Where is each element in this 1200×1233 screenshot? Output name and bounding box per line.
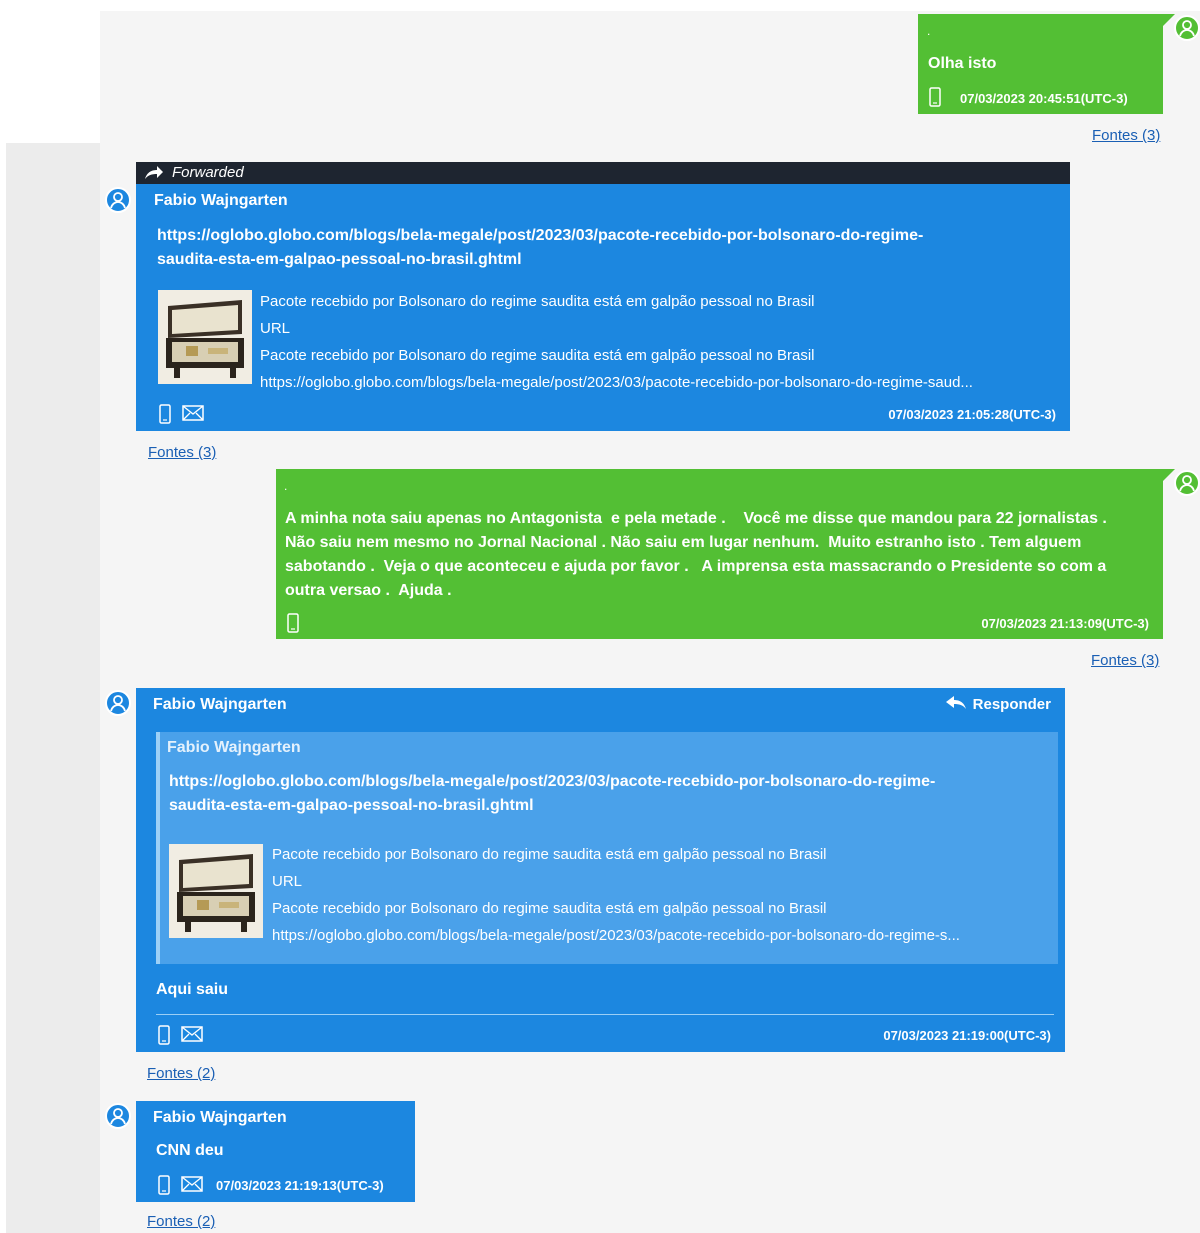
phone-icon <box>159 404 171 429</box>
link-preview-type: URL <box>260 320 291 337</box>
link-preview-type: URL <box>272 873 303 890</box>
message-text-line-3: sabotando . Veja o que aconteceu e ajuda… <box>285 558 1107 575</box>
forward-arrow-icon <box>145 166 163 179</box>
sender-name: Fabio Wajngarten <box>154 192 288 209</box>
mail-icon <box>181 1176 203 1197</box>
message-divider <box>156 1014 1054 1015</box>
message-timestamp: 07/03/2023 21:19:00(UTC-3) <box>883 1028 1051 1043</box>
link-preview-title: Pacote recebido por Bolsonaro do regime … <box>260 293 815 310</box>
message-timestamp: 07/03/2023 21:05:28(UTC-3) <box>888 407 1056 422</box>
link-preview-description: Pacote recebido por Bolsonaro do regime … <box>272 900 827 917</box>
message-timestamp: 07/03/2023 21:13:09(UTC-3) <box>981 616 1149 631</box>
sources-link[interactable]: Fontes (3) <box>1092 127 1160 144</box>
sources-link[interactable]: Fontes (2) <box>147 1213 215 1230</box>
mail-icon <box>182 405 204 426</box>
phone-icon <box>158 1025 170 1050</box>
mail-icon <box>181 1026 203 1047</box>
user-avatar-icon <box>1174 470 1200 496</box>
message-text-line-1: A minha nota saiu apenas no Antagonista … <box>285 510 1107 527</box>
outgoing-message-1: . Olha isto 07/03/2023 20:45:51(UTC-3) <box>918 14 1175 114</box>
user-avatar-icon <box>105 690 131 716</box>
message-text: Olha isto <box>928 55 997 72</box>
quoted-link[interactable]: https://oglobo.globo.com/blogs/bela-mega… <box>169 770 935 794</box>
incoming-message-short: Fabio Wajngarten CNN deu 07/03/2023 21:1… <box>136 1101 415 1202</box>
incoming-message-reply: Fabio Wajngarten Responder Fabio Wajngar… <box>136 688 1065 1052</box>
link-preview-image[interactable] <box>158 290 252 384</box>
message-timestamp: 07/03/2023 21:19:13(UTC-3) <box>216 1178 384 1193</box>
message-text: CNN deu <box>156 1142 224 1159</box>
message-dot: . <box>927 24 931 38</box>
link-preview-description: Pacote recebido por Bolsonaro do regime … <box>260 347 815 364</box>
incoming-message-forwarded: Fabio Wajngarten https://oglobo.globo.co… <box>136 184 1070 431</box>
reply-arrow-icon <box>945 696 966 709</box>
sources-link[interactable]: Fontes (3) <box>1091 652 1159 669</box>
forwarded-banner: Forwarded <box>136 162 1070 184</box>
forwarded-label: Forwarded <box>172 164 244 181</box>
reply-label: Responder <box>972 696 1051 713</box>
outgoing-message-2: . A minha nota saiu apenas no Antagonist… <box>276 469 1175 639</box>
link-preview-url[interactable]: https://oglobo.globo.com/blogs/bela-mega… <box>272 927 960 944</box>
link-preview-image[interactable] <box>169 844 263 938</box>
link-preview-url[interactable]: https://oglobo.globo.com/blogs/bela-mega… <box>260 374 973 391</box>
quoted-link-continued[interactable]: saudita-esta-em-galpao-pessoal-no-brasil… <box>169 794 534 818</box>
quoted-sender-name: Fabio Wajngarten <box>167 739 301 756</box>
user-avatar-icon <box>105 187 131 213</box>
sources-link[interactable]: Fontes (2) <box>147 1065 215 1082</box>
user-avatar-icon <box>1174 15 1200 41</box>
message-link-continued[interactable]: saudita-esta-em-galpao-pessoal-no-brasil… <box>157 248 522 272</box>
message-dot: . <box>284 479 288 493</box>
phone-icon <box>929 87 941 112</box>
left-gutter <box>6 143 100 1233</box>
sender-name: Fabio Wajngarten <box>153 1109 287 1126</box>
message-text-line-4: outra versao . Ajuda . <box>285 582 452 599</box>
reply-button[interactable]: Responder <box>945 696 1051 713</box>
sources-link[interactable]: Fontes (3) <box>148 444 216 461</box>
quoted-message[interactable]: Fabio Wajngarten https://oglobo.globo.co… <box>156 732 1058 964</box>
message-link[interactable]: https://oglobo.globo.com/blogs/bela-mega… <box>157 224 923 248</box>
phone-icon <box>287 613 299 638</box>
user-avatar-icon <box>105 1103 131 1129</box>
message-text-line-2: Não saiu nem mesmo no Jornal Nacional . … <box>285 534 1082 551</box>
link-preview-title: Pacote recebido por Bolsonaro do regime … <box>272 846 827 863</box>
message-text: Aqui saiu <box>156 981 229 998</box>
phone-icon <box>158 1175 170 1200</box>
sender-name: Fabio Wajngarten <box>153 696 287 713</box>
message-timestamp: 07/03/2023 20:45:51(UTC-3) <box>960 91 1128 106</box>
